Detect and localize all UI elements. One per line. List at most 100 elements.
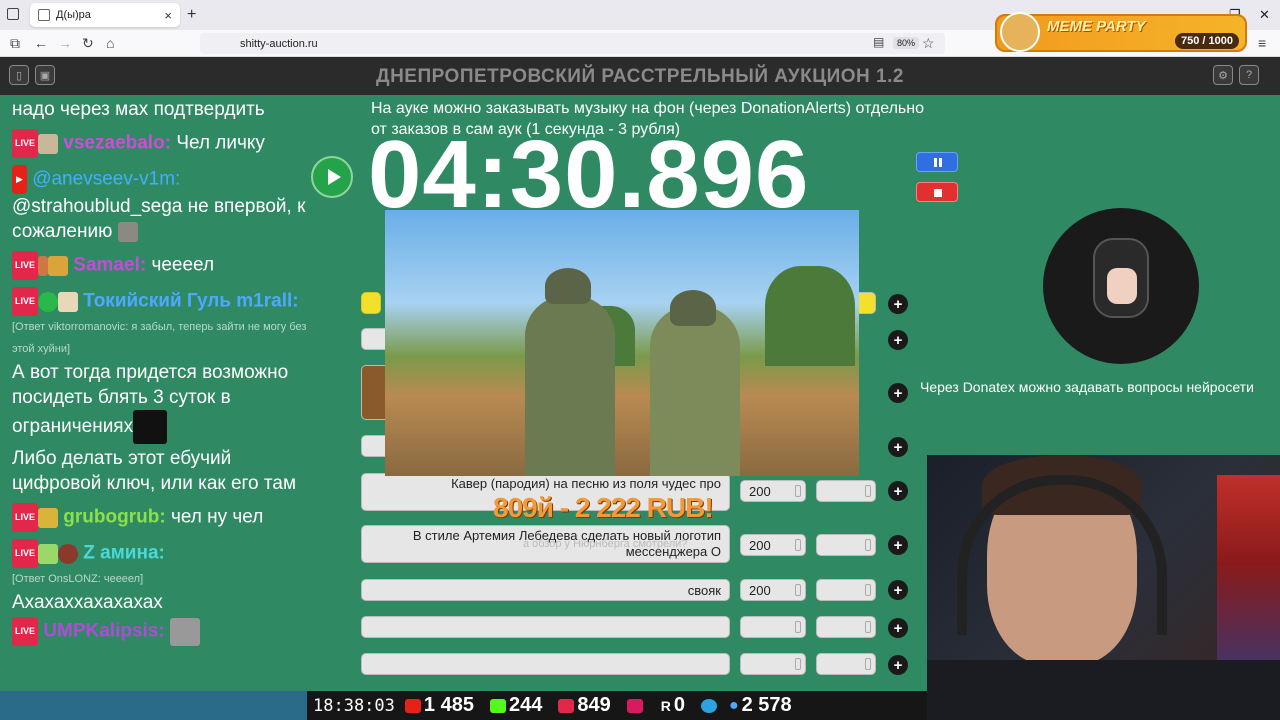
tree-shape (765, 266, 855, 366)
chat-message: LIVE grubogrub: чел ну чел (12, 503, 312, 532)
user-badge-icon (58, 543, 79, 564)
tab-overview-icon[interactable] (7, 8, 19, 20)
stop-button[interactable] (916, 182, 958, 202)
chat-message: LIVE Samael: чееeел (12, 251, 312, 280)
chat-nick: Samael: (73, 254, 147, 276)
add-lot-button[interactable]: + (888, 618, 908, 638)
live-stat: 849 (558, 694, 611, 717)
lot-extra-field[interactable] (816, 653, 876, 675)
chat-message: LIVE Z амина: [Ответ OnsLONZ: чееeел] Ах… (12, 539, 312, 615)
lot-name-field[interactable] (361, 616, 730, 638)
emote-icon (170, 617, 200, 646)
menu-icon[interactable]: ≡ (1258, 35, 1266, 51)
lot-amount-field[interactable] (740, 653, 806, 675)
chat-text: Либо делать этот ебучий цифровой ключ, и… (12, 448, 297, 494)
r-stat: R0 (649, 694, 685, 717)
spinner-icon[interactable] (865, 485, 871, 497)
kick-count: 244 (508, 694, 543, 716)
sidebar-icon[interactable]: ⧉ (10, 35, 20, 52)
youtube-icon: ▶ (12, 165, 27, 194)
play-button[interactable] (311, 156, 353, 198)
lot-amount-field[interactable] (740, 616, 806, 638)
lot-extra-field[interactable] (816, 616, 876, 638)
settings-gear-icon[interactable]: ⚙ (1213, 65, 1233, 85)
spinner-icon[interactable] (795, 584, 801, 596)
zoom-level[interactable]: 80% (893, 37, 920, 49)
new-tab-icon[interactable]: + (187, 6, 196, 24)
tab-title: Д(ы)ра (56, 9, 91, 21)
help-icon[interactable]: ? (1239, 65, 1259, 85)
favicon-icon (38, 9, 50, 21)
add-lot-button[interactable]: + (888, 655, 908, 675)
spinner-icon[interactable] (865, 658, 871, 670)
lot-extra-field[interactable] (816, 480, 876, 502)
lot-extra-field[interactable] (816, 579, 876, 601)
chat-message: надо через мах подтвердить (12, 97, 312, 122)
add-lot-button[interactable]: + (888, 294, 908, 314)
moai-emote-icon (117, 221, 138, 242)
add-lot-button[interactable]: + (888, 481, 908, 501)
reader-view-icon[interactable]: ▤ (873, 35, 884, 49)
lot-leader-bar[interactable] (361, 292, 381, 314)
r-count: 0 (673, 694, 685, 716)
back-icon[interactable]: ← (34, 35, 48, 51)
bookmark-star-icon[interactable]: ☆ (922, 35, 935, 52)
add-lot-button[interactable]: + (888, 383, 908, 403)
user-badge-icon (48, 255, 69, 276)
lot-name-field[interactable]: свояк (361, 579, 730, 601)
lot-amount: 200 (749, 484, 771, 499)
kick-stat: 244 (489, 694, 543, 717)
youtube-stat: 1 485 (404, 694, 474, 717)
add-lot-button[interactable]: + (888, 330, 908, 350)
spinner-icon[interactable] (795, 485, 801, 497)
spinner-icon[interactable] (795, 658, 801, 670)
add-lot-button[interactable]: + (888, 535, 908, 555)
reload-icon[interactable]: ↻ (82, 35, 94, 52)
forward-icon[interactable]: → (58, 35, 72, 51)
user-badge-icon (58, 291, 79, 312)
lot-extra-field[interactable] (816, 534, 876, 556)
app-header: ▯ ▣ ДНЕПРОПЕТРОВСКИЙ РАССТРЕЛЬНЫЙ АУКЦИО… (0, 57, 1280, 95)
add-lot-button[interactable]: + (888, 580, 908, 600)
user-badge-icon (38, 255, 49, 276)
spinner-icon[interactable] (795, 539, 801, 551)
play-icon (327, 169, 341, 185)
spinner-icon[interactable] (795, 621, 801, 633)
live-badge-icon: LIVE (12, 129, 39, 158)
add-lot-button[interactable]: + (888, 437, 908, 457)
lot-name-field[interactable] (361, 653, 730, 675)
chat-text: надо через мах подтвердить (12, 99, 265, 120)
app-title: ДНЕПРОПЕТРОВСКИЙ РАССТРЕЛЬНЫЙ АУКЦИОН 1.… (376, 66, 904, 87)
spinner-icon[interactable] (865, 584, 871, 596)
spinner-icon[interactable] (865, 539, 871, 551)
chat-nick: Z амина: (83, 542, 165, 564)
close-window-icon[interactable]: ✕ (1259, 7, 1270, 23)
emote-icon (133, 410, 168, 444)
live-badge-icon: LIVE (12, 503, 39, 532)
spinner-icon[interactable] (865, 621, 871, 633)
chat-nick: grubogrub: (63, 506, 166, 528)
chat-nick: Токийский Гуль m1rall: (83, 290, 299, 312)
lot-amount-field[interactable]: 200 (740, 579, 806, 601)
live-badge-icon: LIVE (12, 617, 39, 646)
address-bar[interactable]: shitty-auction.ru (200, 33, 945, 54)
live-badge-icon: LIVE (12, 251, 39, 280)
chat-reply: [Ответ viktorromanovic: я забыл, теперь … (12, 321, 307, 355)
bottom-strip (0, 691, 307, 720)
home-icon[interactable]: ⌂ (106, 35, 114, 51)
close-tab-icon[interactable]: × (164, 8, 172, 23)
chat-text: чееeел (151, 254, 215, 276)
youtube-icon (404, 698, 421, 713)
chat-message: LIVE UMPKalipsis: (12, 617, 312, 646)
chat-message: LIVE vsezaebalo: Чел личку (12, 129, 312, 158)
pause-button[interactable] (916, 152, 958, 172)
chat-message: LIVE Токийский Гуль m1rall: [Ответ vikto… (12, 287, 312, 444)
r-icon: R (660, 697, 671, 714)
lot-amount-field[interactable]: 200 (740, 480, 806, 502)
user-badge-icon (38, 543, 59, 564)
lot-amount-field[interactable]: 200 (740, 534, 806, 556)
browser-tab[interactable]: Д(ы)ра × (30, 3, 180, 27)
url-text: shitty-auction.ru (240, 37, 318, 50)
meme-party-title: MEME PARTY (1047, 18, 1146, 35)
user-badge-icon (38, 133, 59, 154)
